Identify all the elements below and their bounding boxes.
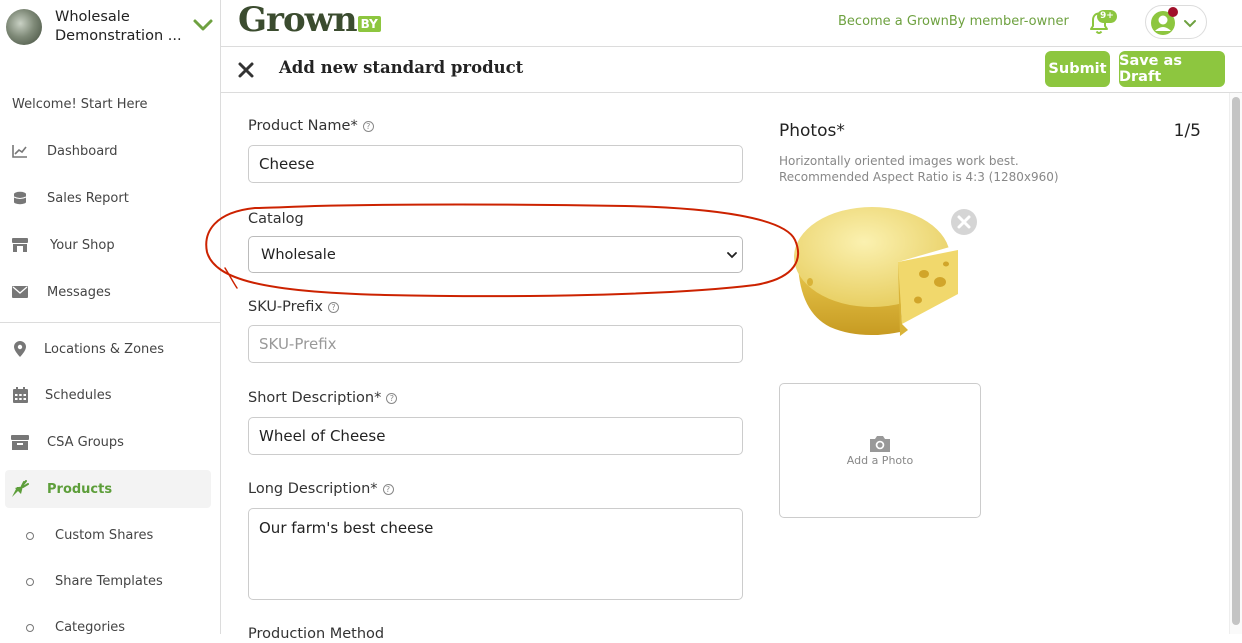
sidebar-item-label: CSA Groups <box>47 434 124 450</box>
sidebar-item-dashboard[interactable]: Dashboard <box>0 132 220 170</box>
chevron-down-icon <box>1184 20 1196 28</box>
account-alert-dot <box>1168 7 1178 17</box>
photos-hint-line1: Horizontally oriented images work best. <box>779 154 1019 168</box>
welcome-link[interactable]: Welcome! Start Here <box>12 97 148 112</box>
org-name-line2: Demonstration ... <box>55 28 182 44</box>
store-icon <box>11 236 29 254</box>
page-title: Add new standard product <box>279 58 524 77</box>
brand-suffix: BY <box>357 16 381 32</box>
catalog-selected-value: Wholesale <box>261 246 336 263</box>
sidebar-item-csa-groups[interactable]: CSA Groups <box>0 423 220 461</box>
org-avatar <box>6 9 42 45</box>
sidebar-divider <box>0 322 220 323</box>
top-bar: Grown BY Become a GrownBy member-owner 9… <box>221 0 1242 47</box>
bullet-icon <box>26 624 34 632</box>
sidebar-subitem-label: Custom Shares <box>55 528 154 543</box>
cheese-photo <box>794 207 960 336</box>
sidebar-subitem-label: Categories <box>55 620 126 635</box>
catalog-select[interactable]: Wholesale <box>248 236 743 273</box>
sidebar: Wholesale Demonstration ... Welcome! Sta… <box>0 0 221 635</box>
close-icon[interactable] <box>236 60 256 80</box>
sidebar-subitem-categories[interactable]: Categories <box>0 613 220 643</box>
sidebar-subitem-share-templates[interactable]: Share Templates <box>0 567 220 597</box>
calendar-icon <box>11 386 29 404</box>
sidebar-subitem-custom-shares[interactable]: Custom Shares <box>0 521 220 551</box>
map-pin-icon <box>11 340 29 358</box>
account-menu[interactable] <box>1145 5 1207 39</box>
org-name-line1: Wholesale <box>55 9 130 25</box>
submit-button[interactable]: Submit <box>1045 51 1110 87</box>
sidebar-item-label: Sales Report <box>47 190 129 206</box>
sidebar-item-label: Products <box>47 481 113 497</box>
photos-count: 1/5 <box>1173 121 1201 141</box>
catalog-label: Catalog <box>248 211 304 227</box>
member-owner-link[interactable]: Become a GrownBy member-owner <box>838 14 1069 29</box>
sidebar-item-sales-report[interactable]: Sales Report <box>0 179 220 217</box>
photos-hint: Horizontally oriented images work best. … <box>779 153 1109 185</box>
remove-photo-icon[interactable] <box>950 208 978 236</box>
notification-count-badge: 9+ <box>1097 10 1117 23</box>
short-description-label: Short Description*? <box>248 390 398 406</box>
long-description-label: Long Description*? <box>248 481 394 497</box>
sidebar-item-label: Dashboard <box>47 143 118 159</box>
sidebar-item-label: Schedules <box>45 387 112 403</box>
bullet-icon <box>26 578 34 586</box>
sidebar-subitem-label: Share Templates <box>55 574 163 589</box>
sidebar-item-products[interactable]: Products <box>5 470 211 508</box>
chevron-down-icon[interactable] <box>192 14 214 36</box>
chevron-down-icon <box>727 252 737 259</box>
add-photo-label: Add a Photo <box>846 454 914 467</box>
envelope-icon <box>11 283 29 301</box>
sidebar-item-label: Your Shop <box>50 237 115 253</box>
box-icon <box>11 433 29 451</box>
sidebar-item-label: Messages <box>47 284 111 300</box>
sku-prefix-label-text: SKU-Prefix <box>248 299 323 315</box>
scrollbar[interactable] <box>1229 93 1242 634</box>
notifications-button[interactable]: 9+ <box>1085 8 1117 38</box>
help-icon[interactable]: ? <box>386 392 398 404</box>
coins-icon <box>11 189 29 207</box>
long-description-textarea[interactable]: Our farm's best cheese <box>248 508 743 600</box>
short-description-label-text: Short Description* <box>248 390 382 406</box>
sidebar-item-messages[interactable]: Messages <box>0 273 220 311</box>
help-icon[interactable]: ? <box>362 120 374 132</box>
add-photo-button[interactable]: Add a Photo <box>779 383 981 518</box>
help-icon[interactable]: ? <box>327 301 339 313</box>
catalog-label-text: Catalog <box>248 211 304 227</box>
scrollbar-thumb[interactable] <box>1232 97 1240 625</box>
sidebar-item-locations[interactable]: Locations & Zones <box>0 330 220 368</box>
production-method-label: Production Method <box>248 626 385 642</box>
carrot-icon <box>11 480 29 498</box>
product-name-label: Product Name*? <box>248 118 374 134</box>
product-name-input[interactable]: Cheese <box>248 145 743 183</box>
sidebar-item-your-shop[interactable]: Your Shop <box>0 226 220 264</box>
page-header: Add new standard product Submit Save as … <box>221 47 1242 93</box>
sidebar-item-label: Locations & Zones <box>44 341 165 357</box>
sku-prefix-input[interactable]: SKU-Prefix <box>248 325 743 363</box>
photos-title: Photos* <box>779 121 845 141</box>
bullet-icon <box>26 532 34 540</box>
short-description-input[interactable]: Wheel of Cheese <box>248 417 743 455</box>
long-description-label-text: Long Description* <box>248 481 378 497</box>
help-icon[interactable]: ? <box>382 483 394 495</box>
sidebar-item-schedules[interactable]: Schedules <box>0 376 220 414</box>
sku-prefix-label: SKU-Prefix? <box>248 299 339 315</box>
product-name-label-text: Product Name* <box>248 118 358 134</box>
org-switcher[interactable]: Wholesale Demonstration ... <box>0 0 221 56</box>
camera-icon <box>870 436 890 452</box>
photos-hint-line2: Recommended Aspect Ratio is 4:3 (1280x96… <box>779 170 1059 184</box>
org-name: Wholesale Demonstration ... <box>55 8 190 46</box>
save-draft-button[interactable]: Save as Draft <box>1119 51 1225 87</box>
grownby-logo[interactable]: Grown BY <box>238 0 381 44</box>
brand-main: Grown <box>238 0 358 40</box>
chart-icon <box>11 142 29 160</box>
